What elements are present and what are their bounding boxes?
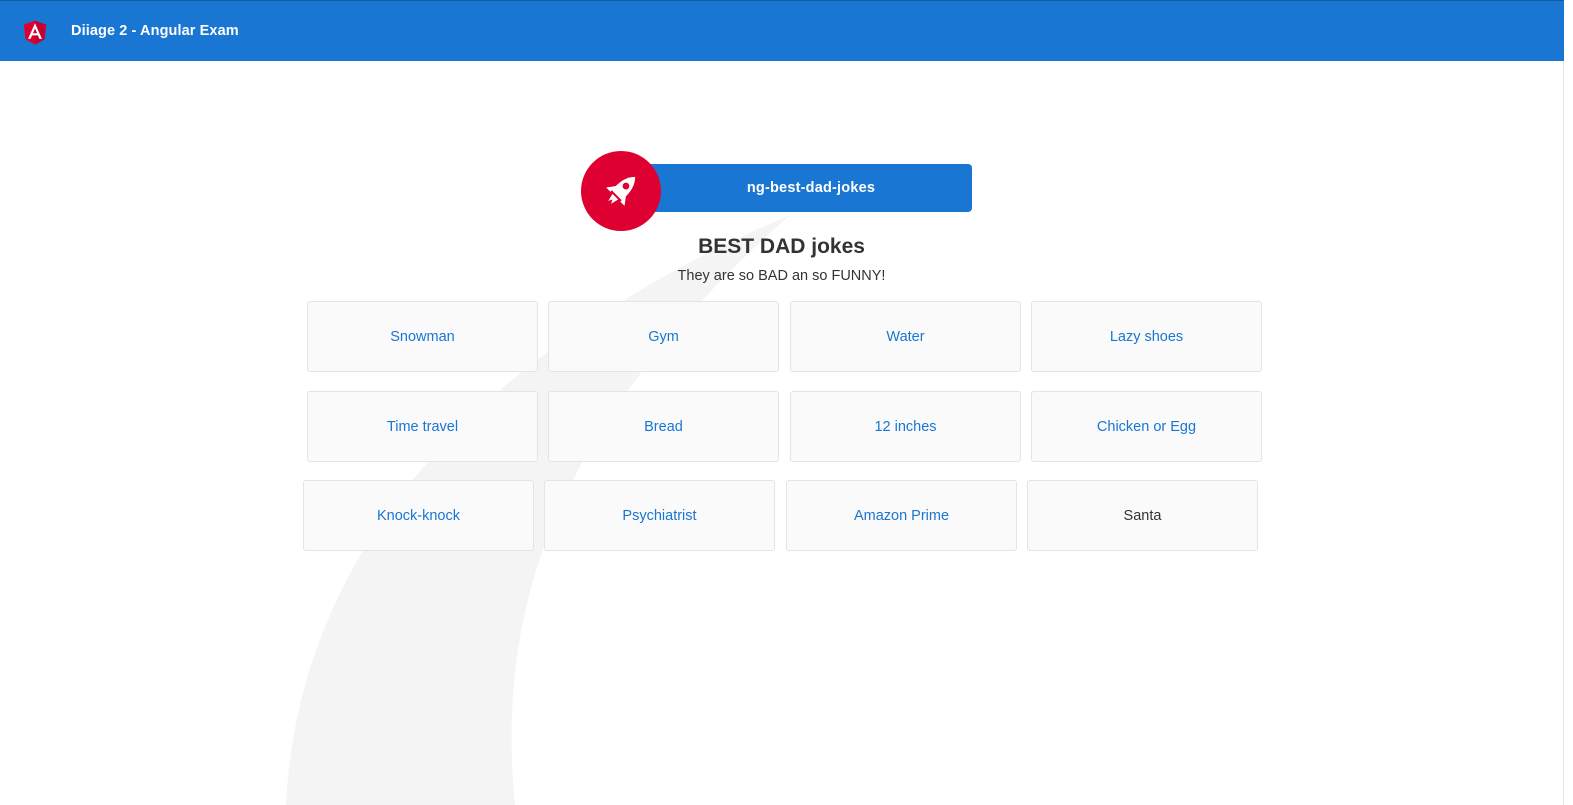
app-name-banner: ng-best-dad-jokes xyxy=(630,164,972,212)
joke-card-santa[interactable]: Santa xyxy=(1027,480,1258,551)
joke-card-bread[interactable]: Bread xyxy=(548,391,779,462)
toolbar-title: Diiage 2 - Angular Exam xyxy=(71,23,239,39)
scrollbar-edge xyxy=(1563,0,1564,805)
joke-card-gym[interactable]: Gym xyxy=(548,301,779,372)
toolbar: Diiage 2 - Angular Exam xyxy=(0,0,1564,61)
joke-card-12-inches[interactable]: 12 inches xyxy=(790,391,1021,462)
app-name-label: ng-best-dad-jokes xyxy=(746,180,876,196)
angular-logo-icon xyxy=(23,20,47,45)
joke-card-lazy-shoes[interactable]: Lazy shoes xyxy=(1031,301,1262,372)
joke-card-psychiatrist[interactable]: Psychiatrist xyxy=(544,480,775,551)
joke-card-chicken-or-egg[interactable]: Chicken or Egg xyxy=(1031,391,1262,462)
page-subheading: They are so BAD an so FUNNY! xyxy=(677,268,886,284)
page: Diiage 2 - Angular Exam ng-best-dad-joke… xyxy=(0,0,1573,805)
joke-card-knock-knock[interactable]: Knock-knock xyxy=(303,480,534,551)
joke-card-snowman[interactable]: Snowman xyxy=(307,301,538,372)
page-heading: BEST DAD jokes xyxy=(698,235,865,258)
joke-card-amazon-prime[interactable]: Amazon Prime xyxy=(786,480,1017,551)
rocket-badge xyxy=(581,151,661,231)
background-curve xyxy=(286,215,790,805)
rocket-icon xyxy=(606,176,636,206)
joke-card-time-travel[interactable]: Time travel xyxy=(307,391,538,462)
joke-card-water[interactable]: Water xyxy=(790,301,1021,372)
